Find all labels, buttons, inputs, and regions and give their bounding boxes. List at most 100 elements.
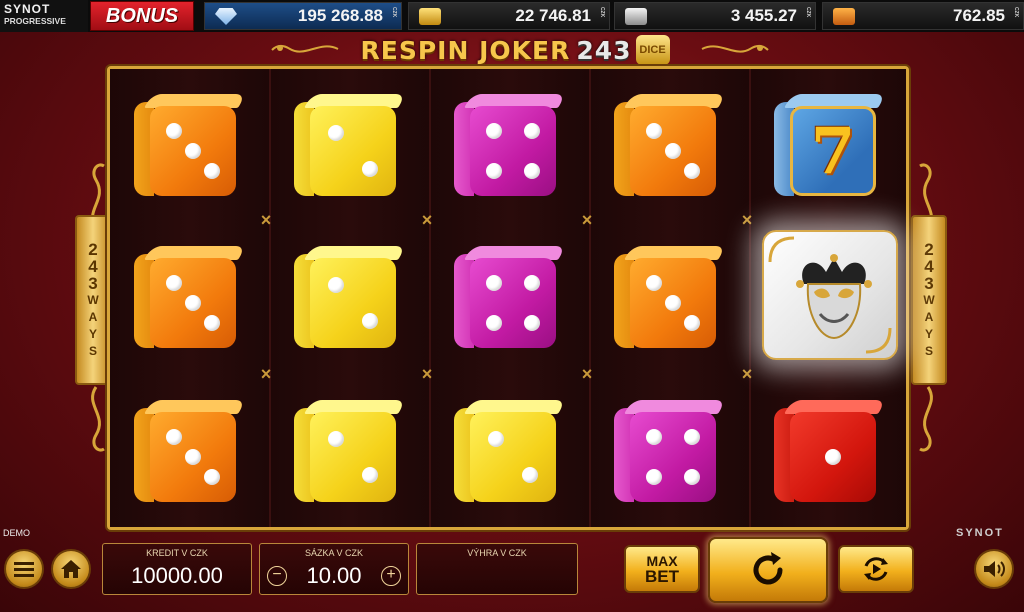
autoplay-button[interactable] (838, 545, 914, 593)
menu-button[interactable] (4, 549, 44, 589)
die-pip (185, 295, 201, 311)
yellow-die (294, 400, 407, 504)
ways-letter: A (88, 309, 98, 324)
red-die (774, 400, 887, 504)
ways-letter: A (924, 309, 934, 324)
jackpot-value: 22 746.81 (515, 6, 591, 25)
corner-flourish-icon (865, 327, 892, 354)
jackpot-currency: CZK (599, 7, 605, 18)
yellow-die (294, 246, 407, 350)
die-pip (327, 277, 344, 293)
ways-letter: Y (88, 326, 97, 341)
die-pip (185, 449, 201, 465)
die-pip (683, 429, 700, 446)
game-title: RESPIN JOKER 243 DICE (300, 34, 730, 66)
separator-cross-icon: × (260, 210, 272, 230)
max-bet-button[interactable]: MAX BET (624, 545, 700, 593)
die-pip (523, 314, 540, 331)
orange-die (134, 94, 247, 198)
jackpot-bar: SYNOT PROGRESSIVE BONUS 195 268.88 CZK 2… (0, 0, 1024, 32)
die-face (310, 258, 396, 348)
die-pip (683, 314, 700, 331)
die-face (310, 106, 396, 196)
bet-box: SÁZKA V CZK 10.00 − + (259, 543, 409, 595)
jackpot-value: 3 455.27 (730, 6, 797, 25)
ornament-right-bottom-icon (919, 386, 933, 452)
separator-cross-icon: × (421, 210, 433, 230)
spin-arrow-icon (753, 552, 783, 585)
reel-separator (269, 69, 271, 527)
jackpot-bronze: 762.85 CZK (822, 2, 1024, 30)
credit-box: KREDIT V CZK 10000.00 (102, 543, 252, 595)
home-icon (61, 560, 81, 578)
magenta-die (454, 246, 567, 350)
ways-letter: S (88, 343, 97, 358)
diamond-icon (215, 8, 237, 25)
die-pip (203, 314, 220, 331)
ways-badge-right: 2 4 3 W A Y S (911, 215, 947, 385)
ways-letter: S (924, 343, 933, 358)
ways-digit: 2 (88, 239, 98, 259)
die-pip (203, 468, 220, 485)
home-button[interactable] (51, 549, 91, 589)
sound-button[interactable] (974, 549, 1014, 589)
spin-button[interactable] (708, 537, 828, 603)
autoplay-icon (864, 557, 888, 581)
orange-die (614, 246, 727, 350)
separator-cross-icon: × (581, 364, 593, 384)
credit-value: 10000.00 (131, 563, 223, 588)
max-bet-line2: BET (645, 567, 679, 586)
jackpot-currency: CZK (1013, 7, 1019, 18)
die-pip (665, 295, 681, 311)
die-face (470, 258, 556, 348)
title-flourish-right-icon (701, 45, 769, 53)
die-pip (523, 162, 540, 179)
corner-flourish-icon (768, 236, 795, 263)
die-pip (523, 275, 540, 292)
seven-icon: 7 (810, 113, 856, 189)
synot-progressive-logo: SYNOT PROGRESSIVE (0, 0, 88, 32)
jackpot-currency: CZK (805, 7, 811, 18)
separator-cross-icon: × (741, 364, 753, 384)
jackpot-diamond: 195 268.88 CZK (204, 2, 402, 30)
win-label: VÝHRA V CZK (467, 548, 527, 558)
demo-label: DEMO (3, 528, 30, 538)
die-pip (487, 431, 504, 447)
reel-separator (589, 69, 591, 527)
ways-digit: 3 (88, 273, 98, 293)
die-pip (646, 468, 663, 485)
magenta-die (614, 400, 727, 504)
ornament-left-bottom-icon (91, 386, 105, 452)
bet-decrease-button[interactable]: − (267, 566, 287, 586)
die-pip (825, 449, 841, 465)
hamburger-icon (14, 562, 34, 577)
separator-cross-icon: × (581, 210, 593, 230)
ways-digit: 4 (88, 256, 98, 276)
die-pip (665, 143, 681, 159)
magenta-die (454, 94, 567, 198)
die-face (470, 106, 556, 196)
bronze-bar-icon (833, 8, 855, 25)
jackpot-value: 762.85 (953, 6, 1005, 25)
die-face (470, 412, 556, 502)
synot-logo: SYNOT (956, 527, 1004, 539)
bonus-badge: BONUS (90, 1, 194, 31)
joker-die (762, 230, 898, 360)
brand-bottom-text: PROGRESSIVE (4, 16, 66, 26)
jackpot-silver: 3 455.27 CZK (614, 2, 816, 30)
yellow-die (294, 94, 407, 198)
win-box: VÝHRA V CZK (416, 543, 578, 595)
separator-cross-icon: × (260, 364, 272, 384)
orange-die (134, 400, 247, 504)
reel-separator (429, 69, 431, 527)
orange-die (134, 246, 247, 350)
orange-die (614, 94, 727, 198)
bet-increase-button[interactable]: + (381, 566, 401, 586)
ways-badge-left: 2 4 3 W A Y S (75, 215, 111, 385)
game-title-dice-badge: DICE (635, 35, 670, 65)
joker-mask-icon (796, 254, 872, 340)
die-pip (327, 125, 344, 141)
ways-letter: W (87, 292, 99, 307)
die-pip (203, 162, 220, 179)
jackpot-gold: 22 746.81 CZK (408, 2, 610, 30)
